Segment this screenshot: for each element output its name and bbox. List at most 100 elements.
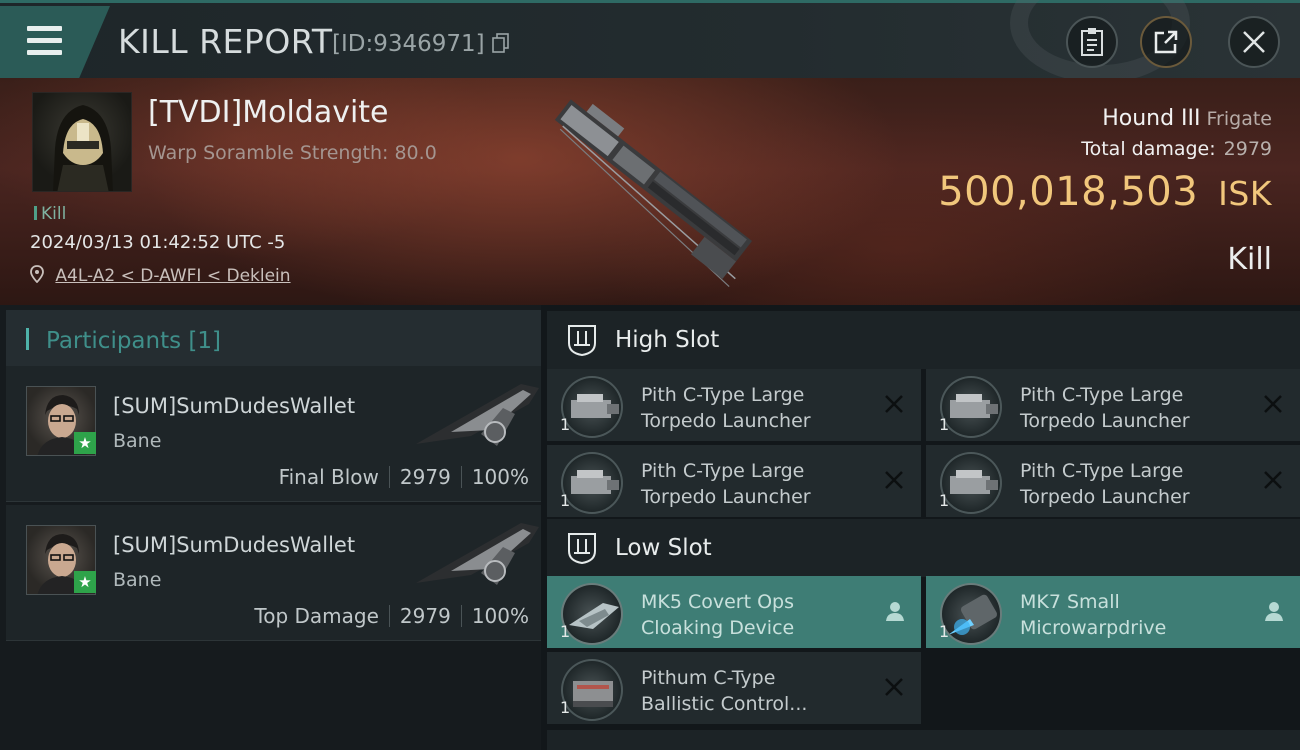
module-item[interactable]: 1 MK7 Small Microwarpdrive bbox=[926, 576, 1300, 648]
module-name-line: Pith C-Type Large bbox=[1020, 384, 1184, 406]
star-icon: ★ bbox=[74, 571, 96, 593]
low-slot-header: Low Slot bbox=[547, 519, 1300, 577]
total-damage: Total damage: 2979 bbox=[1081, 138, 1272, 160]
participant-ship-image bbox=[416, 523, 539, 585]
participant-damage: 2979 bbox=[399, 465, 451, 489]
next-slot-header bbox=[547, 730, 1300, 750]
kill-header: [TVDI]Moldavite Warp Soramble Strength: … bbox=[0, 78, 1300, 305]
torpedo-launcher-icon bbox=[940, 376, 1002, 438]
isk-unit: ISK bbox=[1218, 174, 1272, 213]
participant-stats: Top Damage 2979 100% bbox=[254, 604, 529, 628]
high-slot-label: High Slot bbox=[615, 327, 720, 353]
torpedo-launcher-icon bbox=[561, 452, 623, 514]
module-name-line: MK7 Small bbox=[1020, 591, 1120, 613]
module-name-line: Torpedo Launcher bbox=[1020, 410, 1190, 432]
kill-result: Kill bbox=[1227, 242, 1272, 277]
clipboard-icon bbox=[1081, 28, 1103, 56]
location-link[interactable]: A4L-A2 < D-AWFI < Deklein bbox=[55, 266, 290, 286]
module-quantity: 1 bbox=[939, 491, 950, 510]
module-name-line: Cloaking Device bbox=[641, 617, 795, 639]
pilot-icon bbox=[886, 602, 904, 621]
module-name-line: Microwarpdrive bbox=[1020, 617, 1167, 639]
kill-timestamp: 2024/03/13 01:42:52 UTC -5 bbox=[30, 232, 286, 253]
participant-card[interactable]: ★ [SUM]SumDudesWallet Bane Top Damage 297… bbox=[6, 505, 541, 641]
module-name: Pith C-Type Large Torpedo Launcher bbox=[641, 382, 811, 434]
module-quantity: 1 bbox=[560, 415, 571, 434]
isk-value: 500,018,503 ISK bbox=[938, 169, 1272, 215]
kill-tag-label: Kill bbox=[41, 204, 67, 224]
participant-name[interactable]: [SUM]SumDudesWallet bbox=[113, 394, 355, 418]
torpedo-launcher-icon bbox=[940, 452, 1002, 514]
module-name-line: Torpedo Launcher bbox=[1020, 486, 1190, 508]
clipboard-button[interactable] bbox=[1066, 16, 1118, 68]
module-item[interactable]: 1 Pithum C-Type Ballistic Control... bbox=[547, 652, 921, 724]
module-quantity: 1 bbox=[560, 622, 571, 641]
microwarpdrive-icon bbox=[940, 583, 1002, 645]
module-name: Pithum C-Type Ballistic Control... bbox=[641, 665, 807, 717]
victim-ship-class: Frigate bbox=[1206, 108, 1272, 130]
module-name-line: Ballistic Control... bbox=[641, 693, 808, 715]
victim-name[interactable]: [TVDI]Moldavite bbox=[148, 95, 389, 130]
participants-header: Participants [1] bbox=[6, 310, 541, 370]
share-icon bbox=[1154, 30, 1178, 54]
destroyed-icon bbox=[885, 678, 903, 696]
location-pin-icon bbox=[30, 265, 44, 284]
module-name-line: Pith C-Type Large bbox=[641, 384, 805, 406]
participant-role: Final Blow bbox=[278, 465, 379, 489]
fitting-panel: High Slot 1 Pith C-Type Large Torpedo Lau… bbox=[541, 305, 1300, 750]
module-name-line: Pithum C-Type bbox=[641, 667, 776, 689]
high-slot-header: High Slot bbox=[547, 311, 1300, 369]
torpedo-launcher-icon bbox=[561, 376, 623, 438]
destroyed-icon bbox=[885, 395, 903, 413]
destroyed-icon bbox=[1264, 395, 1282, 413]
victim-ship: Hound III Frigate bbox=[1102, 106, 1272, 131]
isk-amount: 500,018,503 bbox=[938, 169, 1199, 215]
share-button[interactable] bbox=[1140, 16, 1192, 68]
participant-damage: 2979 bbox=[399, 604, 451, 628]
module-name-line: Torpedo Launcher bbox=[641, 486, 811, 508]
high-slot-icon bbox=[568, 325, 596, 357]
participant-role: Top Damage bbox=[254, 604, 379, 628]
participant-stats: Final Blow 2979 100% bbox=[279, 465, 529, 489]
menu-button[interactable] bbox=[0, 6, 110, 78]
participant-ship-image bbox=[416, 384, 539, 446]
report-id-text: [ID:9346971] bbox=[332, 31, 485, 57]
module-quantity: 1 bbox=[939, 415, 950, 434]
module-name: Pith C-Type Large Torpedo Launcher bbox=[1020, 458, 1190, 510]
destroyed-icon bbox=[885, 471, 903, 489]
kill-tag: Kill bbox=[34, 204, 66, 224]
module-name: MK5 Covert Ops Cloaking Device bbox=[641, 589, 794, 641]
module-quantity: 1 bbox=[560, 698, 571, 717]
warp-scramble-strength: Warp Soramble Strength: 80.0 bbox=[148, 142, 437, 164]
module-item[interactable]: 1 MK5 Covert Ops Cloaking Device bbox=[547, 576, 921, 648]
victim-portrait[interactable] bbox=[32, 92, 132, 192]
module-quantity: 1 bbox=[939, 622, 950, 641]
module-item[interactable]: 1 Pith C-Type Large Torpedo Launcher bbox=[547, 369, 921, 441]
pilot-icon bbox=[1265, 602, 1283, 621]
module-name-line: MK5 Covert Ops bbox=[641, 591, 795, 613]
participant-ship: Bane bbox=[113, 569, 162, 591]
ballistic-control-icon bbox=[561, 659, 623, 721]
destroyed-icon bbox=[1264, 471, 1282, 489]
report-id: [ID:9346971] bbox=[332, 31, 510, 57]
total-damage-label: Total damage: bbox=[1081, 138, 1216, 160]
top-bar: KILL REPORT [ID:9346971] bbox=[0, 0, 1300, 83]
module-item[interactable]: 1 Pith C-Type Large Torpedo Launcher bbox=[926, 369, 1300, 441]
total-damage-value: 2979 bbox=[1223, 138, 1272, 160]
module-quantity: 1 bbox=[560, 491, 571, 510]
victim-ship-name[interactable]: Hound III bbox=[1102, 106, 1200, 131]
participant-card[interactable]: ★ [SUM]SumDudesWallet Bane Final Blow 297… bbox=[6, 366, 541, 502]
module-name-line: Torpedo Launcher bbox=[641, 410, 811, 432]
low-slot-icon bbox=[568, 533, 596, 565]
participant-percent: 100% bbox=[471, 604, 529, 628]
module-name-line: Pith C-Type Large bbox=[1020, 460, 1184, 482]
module-item[interactable]: 1 Pith C-Type Large Torpedo Launcher bbox=[926, 445, 1300, 517]
participant-name[interactable]: [SUM]SumDudesWallet bbox=[113, 533, 355, 557]
close-button[interactable] bbox=[1228, 16, 1280, 68]
victim-ship-image bbox=[554, 99, 753, 288]
copy-icon[interactable] bbox=[492, 33, 510, 53]
module-name: Pith C-Type Large Torpedo Launcher bbox=[1020, 382, 1190, 434]
module-item[interactable]: 1 Pith C-Type Large Torpedo Launcher bbox=[547, 445, 921, 517]
cloaking-device-icon bbox=[561, 583, 623, 645]
module-name: Pith C-Type Large Torpedo Launcher bbox=[641, 458, 811, 510]
